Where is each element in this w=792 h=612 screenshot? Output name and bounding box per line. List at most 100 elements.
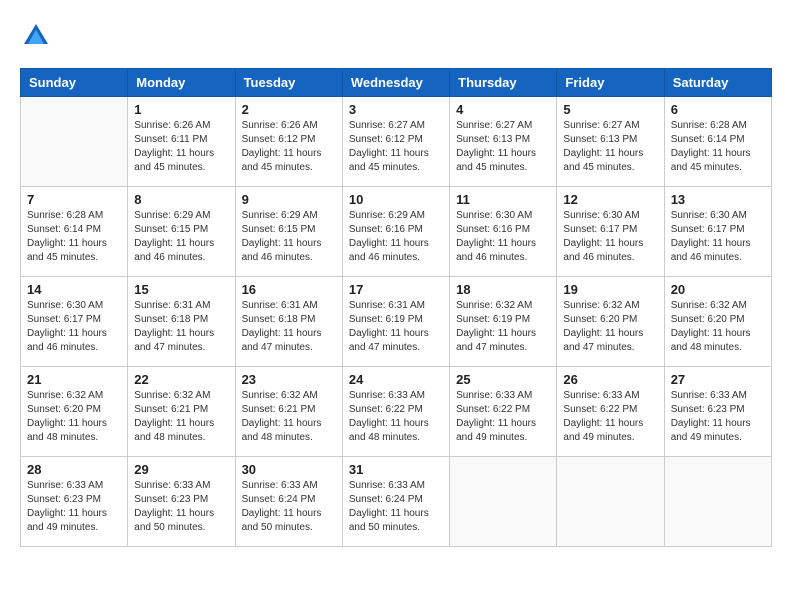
week-row-3: 14 Sunrise: 6:30 AM Sunset: 6:17 PM Dayli… xyxy=(21,277,772,367)
calendar-cell: 8 Sunrise: 6:29 AM Sunset: 6:15 PM Daylig… xyxy=(128,187,235,277)
day-info: Sunrise: 6:26 AM Sunset: 6:12 PM Dayligh… xyxy=(242,119,336,175)
day-number: 7 xyxy=(27,192,121,207)
day-number: 22 xyxy=(134,372,228,387)
column-header-friday: Friday xyxy=(557,69,664,97)
column-header-monday: Monday xyxy=(128,69,235,97)
day-info: Sunrise: 6:29 AM Sunset: 6:15 PM Dayligh… xyxy=(242,209,336,265)
column-header-tuesday: Tuesday xyxy=(235,69,342,97)
calendar-cell: 3Sunrise: 6:27 AM Sunset: 6:12 PM Daylig… xyxy=(342,97,449,187)
day-info: Sunrise: 6:29 AM Sunset: 6:15 PM Dayligh… xyxy=(134,209,228,265)
calendar-cell: 19 Sunrise: 6:32 AM Sunset: 6:20 PM Dayli… xyxy=(557,277,664,367)
calendar-cell: 12 Sunrise: 6:30 AM Sunset: 6:17 PM Dayli… xyxy=(557,187,664,277)
day-number: 1 xyxy=(134,102,228,117)
day-info: Sunrise: 6:30 AM Sunset: 6:16 PM Dayligh… xyxy=(456,209,550,265)
calendar-cell: 10 Sunrise: 6:29 AM Sunset: 6:16 PM Dayli… xyxy=(342,187,449,277)
calendar-cell: 13 Sunrise: 6:30 AM Sunset: 6:17 PM Dayli… xyxy=(664,187,771,277)
day-info: Sunrise: 6:28 AM Sunset: 6:14 PM Dayligh… xyxy=(671,119,765,175)
calendar-cell: 28 Sunrise: 6:33 AM Sunset: 6:23 PM Dayli… xyxy=(21,457,128,547)
day-number: 5 xyxy=(563,102,657,117)
day-number: 29 xyxy=(134,462,228,477)
day-number: 9 xyxy=(242,192,336,207)
day-info: Sunrise: 6:32 AM Sunset: 6:21 PM Dayligh… xyxy=(242,389,336,445)
day-info: Sunrise: 6:28 AM Sunset: 6:14 PM Dayligh… xyxy=(27,209,121,265)
day-number: 12 xyxy=(563,192,657,207)
day-number: 24 xyxy=(349,372,443,387)
day-info: Sunrise: 6:33 AM Sunset: 6:23 PM Dayligh… xyxy=(671,389,765,445)
day-info: Sunrise: 6:32 AM Sunset: 6:20 PM Dayligh… xyxy=(27,389,121,445)
week-row-2: 7 Sunrise: 6:28 AM Sunset: 6:14 PM Daylig… xyxy=(21,187,772,277)
column-header-sunday: Sunday xyxy=(21,69,128,97)
day-info: Sunrise: 6:27 AM Sunset: 6:13 PM Dayligh… xyxy=(563,119,657,175)
day-number: 14 xyxy=(27,282,121,297)
column-header-thursday: Thursday xyxy=(450,69,557,97)
day-info: Sunrise: 6:33 AM Sunset: 6:22 PM Dayligh… xyxy=(456,389,550,445)
day-info: Sunrise: 6:27 AM Sunset: 6:13 PM Dayligh… xyxy=(456,119,550,175)
calendar-cell: 15 Sunrise: 6:31 AM Sunset: 6:18 PM Dayli… xyxy=(128,277,235,367)
calendar-cell: 16 Sunrise: 6:31 AM Sunset: 6:18 PM Dayli… xyxy=(235,277,342,367)
day-info: Sunrise: 6:33 AM Sunset: 6:23 PM Dayligh… xyxy=(134,479,228,535)
day-info: Sunrise: 6:33 AM Sunset: 6:22 PM Dayligh… xyxy=(349,389,443,445)
calendar-cell: 4Sunrise: 6:27 AM Sunset: 6:13 PM Daylig… xyxy=(450,97,557,187)
day-info: Sunrise: 6:33 AM Sunset: 6:24 PM Dayligh… xyxy=(242,479,336,535)
day-info: Sunrise: 6:31 AM Sunset: 6:18 PM Dayligh… xyxy=(134,299,228,355)
day-info: Sunrise: 6:33 AM Sunset: 6:22 PM Dayligh… xyxy=(563,389,657,445)
day-number: 13 xyxy=(671,192,765,207)
calendar-cell: 27Sunrise: 6:33 AM Sunset: 6:23 PM Dayli… xyxy=(664,367,771,457)
day-number: 30 xyxy=(242,462,336,477)
calendar-cell: 29 Sunrise: 6:33 AM Sunset: 6:23 PM Dayli… xyxy=(128,457,235,547)
calendar-cell: 20Sunrise: 6:32 AM Sunset: 6:20 PM Dayli… xyxy=(664,277,771,367)
logo xyxy=(20,20,56,52)
day-number: 18 xyxy=(456,282,550,297)
calendar-cell: 1 Sunrise: 6:26 AM Sunset: 6:11 PM Daylig… xyxy=(128,97,235,187)
day-info: Sunrise: 6:30 AM Sunset: 6:17 PM Dayligh… xyxy=(671,209,765,265)
day-number: 31 xyxy=(349,462,443,477)
calendar-cell: 30 Sunrise: 6:33 AM Sunset: 6:24 PM Dayli… xyxy=(235,457,342,547)
day-info: Sunrise: 6:32 AM Sunset: 6:19 PM Dayligh… xyxy=(456,299,550,355)
day-info: Sunrise: 6:32 AM Sunset: 6:20 PM Dayligh… xyxy=(563,299,657,355)
day-info: Sunrise: 6:27 AM Sunset: 6:12 PM Dayligh… xyxy=(349,119,443,175)
day-number: 26 xyxy=(563,372,657,387)
calendar-cell: 18 Sunrise: 6:32 AM Sunset: 6:19 PM Dayli… xyxy=(450,277,557,367)
day-number: 6 xyxy=(671,102,765,117)
calendar-cell xyxy=(450,457,557,547)
calendar-cell: 25 Sunrise: 6:33 AM Sunset: 6:22 PM Dayli… xyxy=(450,367,557,457)
calendar-cell: 9 Sunrise: 6:29 AM Sunset: 6:15 PM Daylig… xyxy=(235,187,342,277)
day-number: 17 xyxy=(349,282,443,297)
column-header-saturday: Saturday xyxy=(664,69,771,97)
calendar-cell: 7 Sunrise: 6:28 AM Sunset: 6:14 PM Daylig… xyxy=(21,187,128,277)
day-info: Sunrise: 6:33 AM Sunset: 6:23 PM Dayligh… xyxy=(27,479,121,535)
day-number: 25 xyxy=(456,372,550,387)
day-number: 20 xyxy=(671,282,765,297)
calendar-cell: 17 Sunrise: 6:31 AM Sunset: 6:19 PM Dayli… xyxy=(342,277,449,367)
calendar-cell xyxy=(21,97,128,187)
day-info: Sunrise: 6:32 AM Sunset: 6:21 PM Dayligh… xyxy=(134,389,228,445)
calendar-cell: 23Sunrise: 6:32 AM Sunset: 6:21 PM Dayli… xyxy=(235,367,342,457)
day-info: Sunrise: 6:31 AM Sunset: 6:18 PM Dayligh… xyxy=(242,299,336,355)
day-number: 28 xyxy=(27,462,121,477)
week-row-1: 1 Sunrise: 6:26 AM Sunset: 6:11 PM Daylig… xyxy=(21,97,772,187)
day-number: 19 xyxy=(563,282,657,297)
logo-icon xyxy=(20,20,52,52)
page-header xyxy=(20,20,772,52)
calendar-cell: 21Sunrise: 6:32 AM Sunset: 6:20 PM Dayli… xyxy=(21,367,128,457)
day-info: Sunrise: 6:30 AM Sunset: 6:17 PM Dayligh… xyxy=(27,299,121,355)
day-number: 11 xyxy=(456,192,550,207)
week-row-4: 21Sunrise: 6:32 AM Sunset: 6:20 PM Dayli… xyxy=(21,367,772,457)
day-number: 16 xyxy=(242,282,336,297)
day-number: 8 xyxy=(134,192,228,207)
calendar-table: SundayMondayTuesdayWednesdayThursdayFrid… xyxy=(20,68,772,547)
day-info: Sunrise: 6:31 AM Sunset: 6:19 PM Dayligh… xyxy=(349,299,443,355)
calendar-cell xyxy=(557,457,664,547)
day-info: Sunrise: 6:29 AM Sunset: 6:16 PM Dayligh… xyxy=(349,209,443,265)
calendar-cell xyxy=(664,457,771,547)
column-header-wednesday: Wednesday xyxy=(342,69,449,97)
calendar-cell: 11 Sunrise: 6:30 AM Sunset: 6:16 PM Dayli… xyxy=(450,187,557,277)
day-info: Sunrise: 6:26 AM Sunset: 6:11 PM Dayligh… xyxy=(134,119,228,175)
day-number: 15 xyxy=(134,282,228,297)
calendar-cell: 14 Sunrise: 6:30 AM Sunset: 6:17 PM Dayli… xyxy=(21,277,128,367)
day-number: 10 xyxy=(349,192,443,207)
day-number: 2 xyxy=(242,102,336,117)
day-info: Sunrise: 6:30 AM Sunset: 6:17 PM Dayligh… xyxy=(563,209,657,265)
calendar-cell: 6 Sunrise: 6:28 AM Sunset: 6:14 PM Daylig… xyxy=(664,97,771,187)
calendar-cell: 24 Sunrise: 6:33 AM Sunset: 6:22 PM Dayli… xyxy=(342,367,449,457)
